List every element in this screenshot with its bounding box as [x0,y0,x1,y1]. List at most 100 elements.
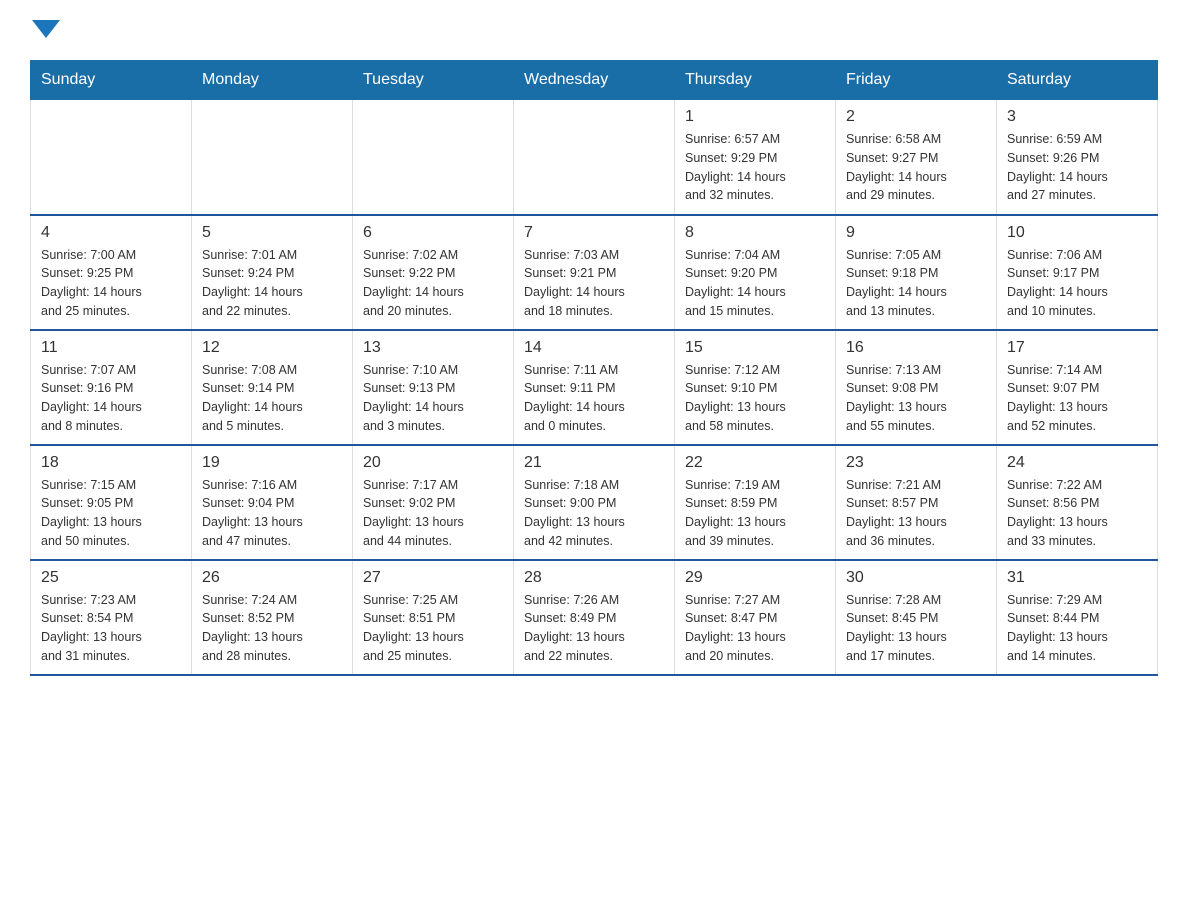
day-number: 28 [524,569,664,587]
day-number: 21 [524,454,664,472]
day-number: 18 [41,454,181,472]
calendar-cell: 6 Sunrise: 7:02 AM Sunset: 9:22 PM Daylig… [353,215,514,330]
calendar-cell: 13 Sunrise: 7:10 AM Sunset: 9:13 PM Dayli… [353,330,514,445]
calendar-cell: 3 Sunrise: 6:59 AM Sunset: 9:26 PM Daylig… [997,100,1158,215]
weekday-header-friday: Friday [836,61,997,100]
day-info: Sunrise: 7:02 AM Sunset: 9:22 PM Dayligh… [363,246,503,321]
week-row-1: 1 Sunrise: 6:57 AM Sunset: 9:29 PM Daylig… [31,100,1158,215]
day-number: 16 [846,339,986,357]
day-number: 11 [41,339,181,357]
weekday-header-wednesday: Wednesday [514,61,675,100]
day-number: 1 [685,108,825,126]
calendar-cell: 20 Sunrise: 7:17 AM Sunset: 9:02 PM Dayli… [353,445,514,560]
day-info: Sunrise: 7:22 AM Sunset: 8:56 PM Dayligh… [1007,476,1147,551]
logo [30,20,60,40]
day-info: Sunrise: 7:05 AM Sunset: 9:18 PM Dayligh… [846,246,986,321]
calendar-cell: 16 Sunrise: 7:13 AM Sunset: 9:08 PM Dayli… [836,330,997,445]
day-number: 8 [685,224,825,242]
calendar-cell: 29 Sunrise: 7:27 AM Sunset: 8:47 PM Dayli… [675,560,836,675]
week-row-2: 4 Sunrise: 7:00 AM Sunset: 9:25 PM Daylig… [31,215,1158,330]
calendar-cell [31,100,192,215]
calendar-cell: 2 Sunrise: 6:58 AM Sunset: 9:27 PM Daylig… [836,100,997,215]
day-info: Sunrise: 7:03 AM Sunset: 9:21 PM Dayligh… [524,246,664,321]
calendar-cell: 8 Sunrise: 7:04 AM Sunset: 9:20 PM Daylig… [675,215,836,330]
calendar-cell: 12 Sunrise: 7:08 AM Sunset: 9:14 PM Dayli… [192,330,353,445]
calendar-cell: 14 Sunrise: 7:11 AM Sunset: 9:11 PM Dayli… [514,330,675,445]
calendar-cell: 17 Sunrise: 7:14 AM Sunset: 9:07 PM Dayli… [997,330,1158,445]
day-info: Sunrise: 7:10 AM Sunset: 9:13 PM Dayligh… [363,361,503,436]
day-number: 14 [524,339,664,357]
weekday-header-saturday: Saturday [997,61,1158,100]
weekday-header-tuesday: Tuesday [353,61,514,100]
day-info: Sunrise: 7:17 AM Sunset: 9:02 PM Dayligh… [363,476,503,551]
day-number: 7 [524,224,664,242]
day-number: 31 [1007,569,1147,587]
week-row-3: 11 Sunrise: 7:07 AM Sunset: 9:16 PM Dayli… [31,330,1158,445]
day-info: Sunrise: 7:13 AM Sunset: 9:08 PM Dayligh… [846,361,986,436]
calendar-cell: 26Sunrise: 7:24 AM Sunset: 8:52 PM Dayli… [192,560,353,675]
day-info: Sunrise: 7:23 AM Sunset: 8:54 PM Dayligh… [41,591,181,666]
day-number: 23 [846,454,986,472]
calendar-cell: 1 Sunrise: 6:57 AM Sunset: 9:29 PM Daylig… [675,100,836,215]
day-info: Sunrise: 7:27 AM Sunset: 8:47 PM Dayligh… [685,591,825,666]
day-info: Sunrise: 7:25 AM Sunset: 8:51 PM Dayligh… [363,591,503,666]
calendar-cell: 23 Sunrise: 7:21 AM Sunset: 8:57 PM Dayli… [836,445,997,560]
day-info: Sunrise: 7:18 AM Sunset: 9:00 PM Dayligh… [524,476,664,551]
calendar-cell: 9Sunrise: 7:05 AM Sunset: 9:18 PM Daylig… [836,215,997,330]
calendar-cell: 27Sunrise: 7:25 AM Sunset: 8:51 PM Dayli… [353,560,514,675]
calendar-cell: 30Sunrise: 7:28 AM Sunset: 8:45 PM Dayli… [836,560,997,675]
day-info: Sunrise: 7:06 AM Sunset: 9:17 PM Dayligh… [1007,246,1147,321]
day-info: Sunrise: 6:57 AM Sunset: 9:29 PM Dayligh… [685,130,825,205]
day-number: 20 [363,454,503,472]
calendar-cell: 21 Sunrise: 7:18 AM Sunset: 9:00 PM Dayli… [514,445,675,560]
day-info: Sunrise: 7:11 AM Sunset: 9:11 PM Dayligh… [524,361,664,436]
calendar-cell: 7 Sunrise: 7:03 AM Sunset: 9:21 PM Daylig… [514,215,675,330]
calendar-cell: 11 Sunrise: 7:07 AM Sunset: 9:16 PM Dayli… [31,330,192,445]
day-number: 6 [363,224,503,242]
week-row-5: 25Sunrise: 7:23 AM Sunset: 8:54 PM Dayli… [31,560,1158,675]
page-header [30,20,1158,40]
day-number: 3 [1007,108,1147,126]
day-info: Sunrise: 6:59 AM Sunset: 9:26 PM Dayligh… [1007,130,1147,205]
day-info: Sunrise: 6:58 AM Sunset: 9:27 PM Dayligh… [846,130,986,205]
day-info: Sunrise: 7:00 AM Sunset: 9:25 PM Dayligh… [41,246,181,321]
day-number: 17 [1007,339,1147,357]
day-number: 5 [202,224,342,242]
weekday-header-sunday: Sunday [31,61,192,100]
logo-triangle-icon [32,20,60,38]
calendar-header: SundayMondayTuesdayWednesdayThursdayFrid… [31,61,1158,100]
day-info: Sunrise: 7:15 AM Sunset: 9:05 PM Dayligh… [41,476,181,551]
day-number: 15 [685,339,825,357]
calendar-cell: 22Sunrise: 7:19 AM Sunset: 8:59 PM Dayli… [675,445,836,560]
day-info: Sunrise: 7:28 AM Sunset: 8:45 PM Dayligh… [846,591,986,666]
calendar-cell: 19Sunrise: 7:16 AM Sunset: 9:04 PM Dayli… [192,445,353,560]
day-info: Sunrise: 7:07 AM Sunset: 9:16 PM Dayligh… [41,361,181,436]
day-number: 13 [363,339,503,357]
calendar-cell: 28 Sunrise: 7:26 AM Sunset: 8:49 PM Dayli… [514,560,675,675]
day-number: 2 [846,108,986,126]
weekday-header-thursday: Thursday [675,61,836,100]
day-number: 10 [1007,224,1147,242]
calendar-cell: 5Sunrise: 7:01 AM Sunset: 9:24 PM Daylig… [192,215,353,330]
calendar-cell [514,100,675,215]
day-number: 4 [41,224,181,242]
day-number: 26 [202,569,342,587]
day-number: 12 [202,339,342,357]
calendar-cell: 10 Sunrise: 7:06 AM Sunset: 9:17 PM Dayli… [997,215,1158,330]
day-info: Sunrise: 7:04 AM Sunset: 9:20 PM Dayligh… [685,246,825,321]
day-number: 22 [685,454,825,472]
day-info: Sunrise: 7:08 AM Sunset: 9:14 PM Dayligh… [202,361,342,436]
day-info: Sunrise: 7:14 AM Sunset: 9:07 PM Dayligh… [1007,361,1147,436]
calendar-cell: 4 Sunrise: 7:00 AM Sunset: 9:25 PM Daylig… [31,215,192,330]
day-number: 24 [1007,454,1147,472]
day-info: Sunrise: 7:29 AM Sunset: 8:44 PM Dayligh… [1007,591,1147,666]
day-info: Sunrise: 7:21 AM Sunset: 8:57 PM Dayligh… [846,476,986,551]
calendar-cell [192,100,353,215]
calendar-cell [353,100,514,215]
calendar-cell: 24 Sunrise: 7:22 AM Sunset: 8:56 PM Dayli… [997,445,1158,560]
calendar-cell: 31 Sunrise: 7:29 AM Sunset: 8:44 PM Dayli… [997,560,1158,675]
day-number: 29 [685,569,825,587]
calendar-table: SundayMondayTuesdayWednesdayThursdayFrid… [30,60,1158,676]
day-info: Sunrise: 7:16 AM Sunset: 9:04 PM Dayligh… [202,476,342,551]
day-info: Sunrise: 7:26 AM Sunset: 8:49 PM Dayligh… [524,591,664,666]
